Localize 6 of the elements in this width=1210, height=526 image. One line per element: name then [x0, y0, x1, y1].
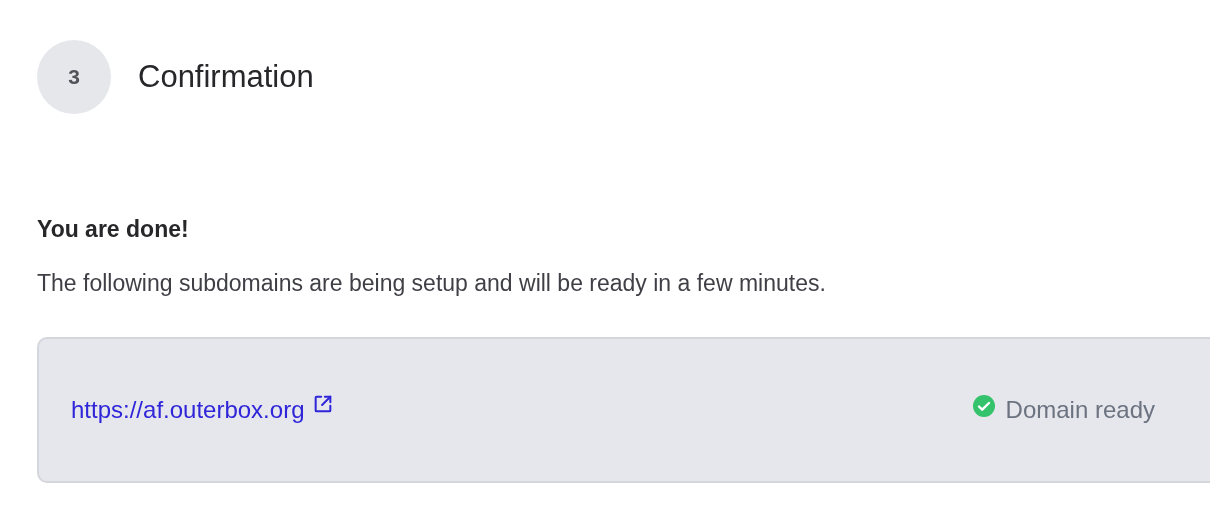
message-text: The following subdomains are being setup and will be ready in a few minutes.: [37, 270, 827, 297]
done-heading: You are done!: [37, 216, 190, 243]
step-number: 3: [37, 40, 111, 114]
status-label: Domain ready: [1005, 396, 1155, 424]
subdomain-link[interactable]: https://af.outerbox.org: [71, 396, 305, 424]
step-title: Confirmation: [138, 59, 314, 95]
